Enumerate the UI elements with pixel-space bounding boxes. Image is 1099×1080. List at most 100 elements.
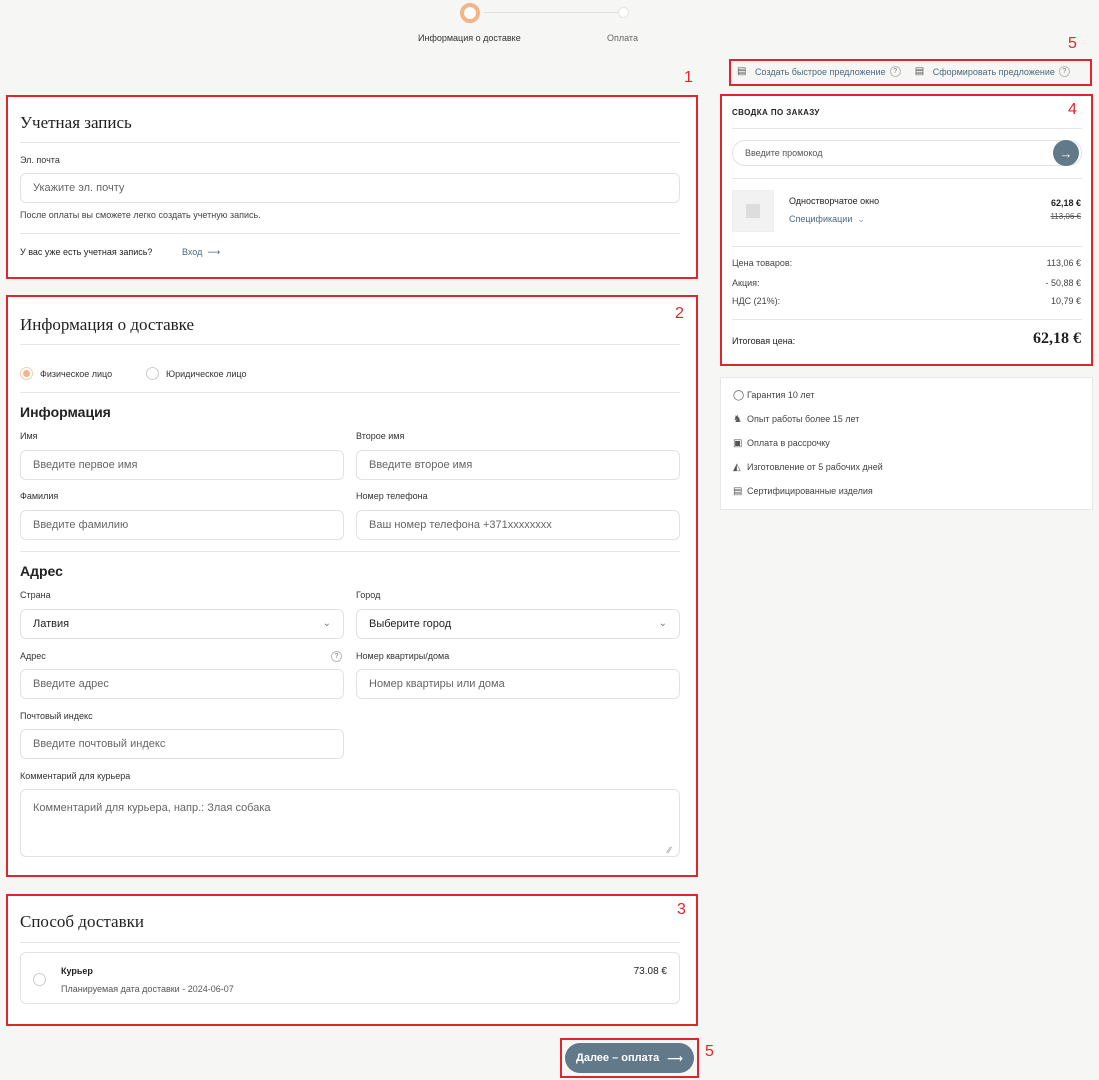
- divider: [20, 942, 680, 943]
- divider: [20, 344, 680, 345]
- team-icon: ♞: [733, 414, 742, 425]
- info-heading: Информация: [20, 404, 111, 420]
- account-card: Учетная запись Эл. почта Укажите эл. поч…: [6, 95, 698, 277]
- divider: [732, 319, 1082, 320]
- zip-field[interactable]: Введите почтовый индекс: [20, 729, 344, 759]
- account-title: Учетная запись: [20, 113, 132, 132]
- divider: [732, 128, 1082, 129]
- quick-proposal-link[interactable]: Создать быстрое предложение: [755, 67, 886, 77]
- benefit-certified: ▤ Сертифицированные изделия: [733, 486, 873, 497]
- benefit-experience: ♞ Опыт работы более 15 лет: [733, 414, 860, 425]
- items-price-label: Цена товаров:: [732, 258, 793, 268]
- step-label-delivery[interactable]: Информация о доставке: [418, 33, 521, 43]
- window-image-icon: [746, 204, 760, 218]
- proposal-links: ▤ Создать быстрое предложение ? ▤ Сформи…: [737, 66, 1070, 77]
- benefits-card: ◯ Гарантия 10 лет ♞ Опыт работы более 15 л…: [720, 377, 1093, 510]
- city-select[interactable]: Выберите город ⌄: [356, 609, 680, 639]
- private-person-label[interactable]: Физическое лицо: [40, 369, 112, 379]
- radio-private-person[interactable]: [20, 367, 33, 380]
- courier-option[interactable]: Курьер Планируемая дата доставки - 2024-…: [20, 952, 680, 1004]
- login-link[interactable]: Вход ⟶: [182, 247, 220, 258]
- product-thumbnail: [732, 190, 774, 232]
- divider: [20, 142, 680, 143]
- apartment-field[interactable]: Номер квартиры или дома: [356, 669, 680, 699]
- total-value: 62,18 €: [1033, 330, 1081, 347]
- resize-handle-icon[interactable]: ∕∕: [668, 845, 671, 855]
- last-name-field[interactable]: Введите фамилию: [20, 510, 344, 540]
- arrow-right-icon: ⟶: [667, 1052, 684, 1065]
- vat-label: НДС (21%):: [732, 296, 781, 306]
- courier-date: Планируемая дата доставки - 2024-06-07: [61, 984, 234, 994]
- courier-name: Курьер: [61, 966, 93, 976]
- arrow-right-icon: →: [1059, 145, 1073, 161]
- summary-title: СВОДКА ПО ЗАКАЗУ: [732, 108, 820, 117]
- first-name-field[interactable]: Введите первое имя: [20, 450, 344, 480]
- annotation-label-1: 1: [684, 69, 693, 86]
- next-button-label: Далее – оплата: [575, 1052, 660, 1064]
- annotation-label-4: 4: [1068, 101, 1077, 118]
- courier-comment-textarea[interactable]: Комментарий для курьера, напр.: Злая соб…: [20, 789, 680, 857]
- divider: [20, 551, 680, 552]
- phone-field[interactable]: Ваш номер телефона +371xxxxxxxx: [356, 510, 680, 540]
- discount-value: - 50,88 €: [1045, 278, 1081, 288]
- document-icon: ▤: [914, 66, 925, 77]
- comment-label: Комментарий для курьера: [20, 771, 131, 781]
- form-proposal-link[interactable]: Сформировать предложение: [933, 67, 1055, 77]
- chevron-down-icon: ⌄: [658, 618, 667, 629]
- product-old-price: 113,06 €: [1050, 212, 1081, 221]
- step-label-payment[interactable]: Оплата: [607, 33, 638, 43]
- city-label: Город: [356, 590, 381, 600]
- discount-label: Акция:: [732, 278, 760, 288]
- annotation-label-5a: 5: [1068, 35, 1077, 52]
- radio-legal-person[interactable]: [146, 367, 159, 380]
- certificate-icon: ▤: [733, 486, 743, 497]
- help-icon[interactable]: ?: [1058, 66, 1070, 77]
- second-name-field[interactable]: Введите второе имя: [356, 450, 680, 480]
- annotation-label-5b: 5: [705, 1043, 714, 1060]
- phone-label: Номер телефона: [356, 491, 428, 501]
- document-icon: ▤: [737, 66, 747, 77]
- email-label: Эл. почта: [20, 155, 60, 165]
- first-name-label: Имя: [20, 431, 38, 441]
- second-name-label: Второе имя: [356, 431, 405, 441]
- checkout-stepper: Информация о доставке Оплата: [0, 0, 1099, 50]
- country-label: Страна: [20, 590, 51, 600]
- help-icon[interactable]: ?: [331, 651, 342, 662]
- arrow-right-icon: ⟶: [204, 247, 221, 257]
- city-placeholder: Выберите город: [369, 618, 452, 630]
- cash-icon: ▣: [733, 438, 743, 449]
- apartment-label: Номер квартиры/дома: [356, 651, 450, 661]
- divider: [20, 392, 680, 393]
- country-value: Латвия: [33, 618, 70, 630]
- help-icon[interactable]: ?: [889, 66, 901, 77]
- promo-code-input[interactable]: Введите промокод: [732, 140, 1082, 166]
- delivery-title: Информация о доставке: [20, 315, 195, 334]
- chevron-down-icon: ⌄: [854, 214, 865, 224]
- factory-icon: ◭: [733, 462, 741, 473]
- apply-promo-button[interactable]: →: [1053, 140, 1079, 166]
- address-label: Адрес: [20, 651, 46, 661]
- shipping-card: Способ доставки Курьер Планируемая дата …: [6, 894, 698, 1024]
- email-field[interactable]: Укажите эл. почту: [20, 173, 680, 203]
- benefit-installments: ▣ Оплата в рассрочку: [733, 438, 830, 449]
- chevron-down-icon: ⌄: [322, 618, 331, 629]
- delivery-card: Информация о доставке Физическое лицо Юр…: [6, 295, 698, 877]
- product-specs-toggle[interactable]: Спецификации ⌄: [789, 214, 865, 225]
- divider: [732, 246, 1082, 247]
- next-payment-button[interactable]: Далее – оплата ⟶: [565, 1043, 694, 1073]
- benefit-warranty: ◯ Гарантия 10 лет: [733, 390, 815, 401]
- address-heading: Адрес: [20, 563, 63, 579]
- benefit-production: ◭ Изготовление от 5 рабочих дней: [733, 462, 883, 473]
- annotation-label-2: 2: [675, 305, 684, 322]
- step-active-indicator: [460, 3, 480, 23]
- items-price-value: 113,06 €: [1046, 258, 1081, 268]
- total-label: Итоговая цена:: [732, 336, 796, 346]
- divider: [20, 233, 680, 234]
- product-name: Одностворчатое окно: [789, 196, 880, 206]
- annotation-label-3: 3: [677, 901, 686, 918]
- radio-courier[interactable]: [33, 973, 46, 986]
- step-connector: [484, 12, 618, 13]
- address-field[interactable]: Введите адрес: [20, 669, 344, 699]
- legal-person-label[interactable]: Юридическое лицо: [166, 369, 247, 379]
- country-select[interactable]: Латвия ⌄: [20, 609, 344, 639]
